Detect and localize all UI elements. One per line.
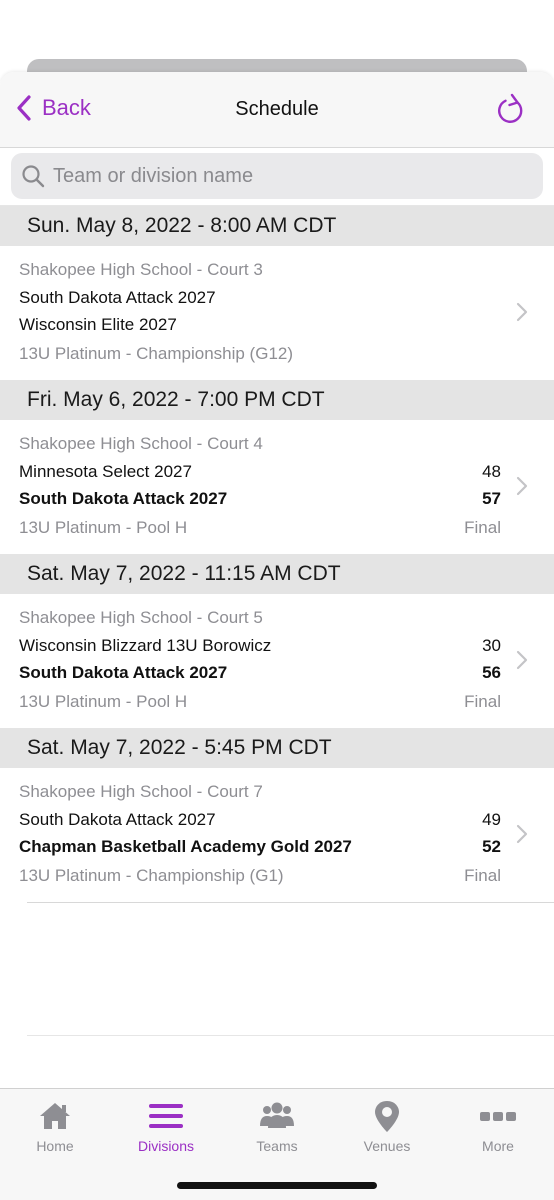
chevron-right-icon <box>516 650 528 670</box>
tab-venues[interactable]: Venues <box>332 1099 442 1154</box>
tab-teams[interactable]: Teams <box>222 1099 332 1154</box>
division-label: 13U Platinum - Championship (G12) <box>19 344 294 363</box>
team-1-name: Minnesota Select 2027 <box>19 462 192 481</box>
list-icon <box>149 1104 183 1128</box>
team-1-name: South Dakota Attack 2027 <box>19 288 216 307</box>
division-label: 13U Platinum - Pool H <box>19 692 188 711</box>
home-icon <box>40 1103 70 1129</box>
division-label: 13U Platinum - Championship (G1) <box>19 866 284 885</box>
search-bar[interactable] <box>11 153 543 199</box>
chevron-left-icon <box>17 95 31 121</box>
team-2-score: 57 <box>482 489 501 508</box>
team-2-name: Wisconsin Elite 2027 <box>19 315 177 334</box>
tab-more[interactable]: More <box>443 1099 553 1154</box>
division-label: 13U Platinum - Pool H <box>19 518 188 537</box>
game-row[interactable]: Shakopee High School - Court 7 South Dak… <box>0 768 554 902</box>
search-input[interactable] <box>53 164 513 188</box>
team-2-name: South Dakota Attack 2027 <box>19 663 228 682</box>
back-button[interactable]: Back <box>16 94 91 122</box>
refresh-icon[interactable] <box>496 92 526 126</box>
tab-label: Venues <box>363 1138 411 1154</box>
team-2-name: Chapman Basketball Academy Gold 2027 <box>19 837 352 856</box>
tab-home[interactable]: Home <box>0 1099 110 1154</box>
back-label: Back <box>42 95 91 120</box>
section-header-date: Sat. May 7, 2022 - 5:45 PM CDT <box>0 728 554 768</box>
team-1-score: 49 <box>482 810 501 829</box>
team-1-score: 48 <box>482 462 501 481</box>
navigation-bar: Back Schedule <box>0 72 554 148</box>
tab-divisions[interactable]: Divisions <box>111 1099 221 1154</box>
team-1-score: 30 <box>482 636 501 655</box>
team-1-name: South Dakota Attack 2027 <box>19 810 216 829</box>
map-pin-icon <box>375 1101 399 1132</box>
divider <box>27 902 554 903</box>
game-status: Final <box>464 692 501 711</box>
venue-label: Shakopee High School - Court 4 <box>19 434 263 453</box>
team-2-score: 52 <box>482 837 501 856</box>
team-2-name: South Dakota Attack 2027 <box>19 489 228 508</box>
team-1-name: Wisconsin Blizzard 13U Borowicz <box>19 636 272 655</box>
venue-label: Shakopee High School - Court 7 <box>19 782 263 801</box>
section-header-date: Sun. May 8, 2022 - 8:00 AM CDT <box>0 206 554 246</box>
section-header-date: Fri. May 6, 2022 - 7:00 PM CDT <box>0 380 554 420</box>
divider <box>27 1035 554 1036</box>
tab-label: Teams <box>256 1138 298 1154</box>
chevron-right-icon <box>516 476 528 496</box>
home-indicator[interactable] <box>177 1182 377 1189</box>
venue-label: Shakopee High School - Court 3 <box>19 260 263 279</box>
game-status: Final <box>464 518 501 537</box>
search-icon <box>22 165 45 188</box>
game-row[interactable]: Shakopee High School - Court 4 Minnesota… <box>0 420 554 554</box>
game-row[interactable]: Shakopee High School - Court 3 South Dak… <box>0 246 554 380</box>
search-bar-container <box>0 148 554 206</box>
more-icon <box>480 1112 516 1121</box>
team-2-score: 56 <box>482 663 501 682</box>
chevron-right-icon <box>516 302 528 322</box>
chevron-right-icon <box>516 824 528 844</box>
tab-label: More <box>482 1138 514 1154</box>
section-header-date: Sat. May 7, 2022 - 11:15 AM CDT <box>0 554 554 594</box>
game-status: Final <box>464 866 501 885</box>
schedule-sheet: Back Schedule Sun. May 8, 2022 - 8:00 AM… <box>0 72 554 1200</box>
venue-label: Shakopee High School - Court 5 <box>19 608 263 627</box>
game-row[interactable]: Shakopee High School - Court 5 Wisconsin… <box>0 594 554 728</box>
people-icon <box>260 1102 294 1128</box>
tab-label: Divisions <box>137 1138 194 1154</box>
tab-label: Home <box>36 1138 74 1154</box>
